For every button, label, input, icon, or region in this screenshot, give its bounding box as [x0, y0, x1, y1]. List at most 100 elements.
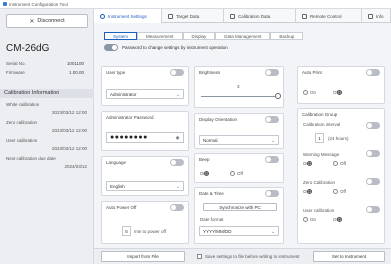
- disconnect-button[interactable]: ✕ Disconnect: [6, 14, 88, 28]
- brightness-slider-knob[interactable]: [275, 93, 281, 99]
- admin-password-field[interactable]: ●●●●●●●● ◉: [106, 132, 184, 143]
- zero-cal-value: 2023/03/12 12:00: [51, 128, 87, 133]
- admin-password-card: Administrator Password ●●●●●●●● ◉: [101, 111, 189, 151]
- device-name: CM-26dG: [6, 43, 50, 54]
- subtab-measurement[interactable]: Measurement: [137, 31, 183, 40]
- subtab-backup[interactable]: Backup: [270, 31, 304, 40]
- subtab-display[interactable]: Display: [182, 31, 216, 40]
- firmware-label: Firmware: [6, 70, 25, 75]
- operation-lock-toggle[interactable]: [104, 44, 118, 51]
- radio-circle: [303, 217, 308, 222]
- firmware-row: Firmware 1.00.00: [6, 70, 84, 75]
- radio-label: Off: [237, 171, 243, 176]
- card-title: User type: [106, 70, 126, 75]
- tab-label: Calibration Data: [238, 13, 271, 19]
- date-time-toggle[interactable]: [265, 190, 279, 197]
- auto-print-card: Auto Print On Off: [297, 66, 385, 104]
- interval-unit: (24 hours): [328, 136, 349, 141]
- display-orientation-select[interactable]: Normal ⌄: [199, 135, 279, 145]
- radio-label: On: [310, 90, 317, 95]
- import-from-file-button[interactable]: Import from File: [101, 251, 185, 262]
- beep-off-radio[interactable]: Off: [230, 171, 243, 176]
- date-format-select[interactable]: YYYY/MM/DD ⌄: [199, 226, 279, 236]
- zero-cal-off-radio[interactable]: Off: [333, 189, 346, 194]
- set-to-instrument-button[interactable]: Set to Instrument: [313, 251, 385, 262]
- card-title: Display Orientation: [199, 117, 238, 122]
- date-time-card: Date & Time Synchronize with PC Date for…: [194, 187, 284, 244]
- next-cal-label: Next calibration due date: [6, 156, 56, 161]
- subtab-data-management[interactable]: Data Management: [215, 31, 271, 40]
- info-icon: [368, 13, 373, 19]
- eye-icon[interactable]: ◉: [176, 133, 180, 143]
- zero-cal-toggle[interactable]: [366, 178, 380, 185]
- display-orientation-card: Display Orientation Normal ⌄: [194, 113, 284, 149]
- chevron-down-icon: ⌄: [271, 138, 275, 143]
- beep-toggle[interactable]: [265, 156, 279, 163]
- sidebar: ✕ Disconnect CM-26dG Serial No. 1001100 …: [0, 9, 94, 264]
- interval-toggle[interactable]: [366, 122, 380, 129]
- radio-circle: [230, 171, 235, 176]
- tab-bar: Instrument Settings Target Data Calibrat…: [94, 9, 391, 23]
- language-toggle[interactable]: [170, 159, 184, 166]
- interval-label: Calibration interval: [303, 122, 341, 127]
- chevron-down-icon: ⌄: [176, 92, 180, 97]
- warning-off-radio[interactable]: Off: [333, 161, 346, 166]
- checkbox[interactable]: [197, 254, 202, 259]
- radio-circle: [333, 189, 338, 194]
- user-cal-off-radio[interactable]: Off: [333, 217, 342, 222]
- auto-power-off-card: Auto Power Off 5 min to power off: [101, 201, 189, 244]
- brightness-toggle[interactable]: [265, 69, 279, 76]
- tab-info[interactable]: Info: [362, 9, 391, 23]
- user-type-toggle[interactable]: [170, 69, 184, 76]
- calibration-header: Calibration Information: [0, 89, 94, 98]
- select-value: English: [110, 184, 125, 189]
- radio-circle: [337, 217, 342, 222]
- operation-lock-row: Password to change settings by instrumen…: [104, 44, 228, 51]
- tab-label: Remote Control: [310, 13, 342, 19]
- user-cal-value: 2023/03/12 12:00: [51, 146, 87, 151]
- tab-label: Target Data: [176, 13, 200, 19]
- date-format-label: Date format: [200, 217, 224, 222]
- card-title: Auto Power Off: [106, 205, 137, 210]
- user-cal-on-radio[interactable]: On: [303, 217, 316, 222]
- user-type-select[interactable]: Administrator ⌄: [106, 89, 184, 99]
- user-cal-toggle[interactable]: [366, 206, 380, 213]
- card-title: Language: [106, 160, 127, 165]
- tab-calibration-data[interactable]: Calibration Data: [224, 9, 296, 23]
- user-type-card: User type Administrator ⌄: [101, 66, 189, 106]
- sync-with-pc-button[interactable]: Synchronize with PC: [203, 203, 277, 211]
- serial-row: Serial No. 1001100: [6, 61, 84, 66]
- warning-on-radio[interactable]: On: [303, 161, 312, 166]
- tab-target-data[interactable]: Target Data: [162, 9, 224, 23]
- user-cal-label: User calibration: [303, 208, 335, 213]
- subtab-system[interactable]: System: [104, 31, 138, 40]
- zero-cal-on-radio[interactable]: On: [303, 189, 312, 194]
- radio-circle: [307, 161, 312, 166]
- calibration-group-card: Calibration Group Calibration interval 1…: [297, 108, 385, 244]
- tab-remote-control[interactable]: Remote Control: [296, 9, 362, 23]
- brightness-slider-track[interactable]: [201, 96, 277, 97]
- warning-toggle[interactable]: [366, 150, 380, 157]
- auto-print-off-radio[interactable]: Off: [333, 90, 342, 95]
- save-before-write-checkbox-row[interactable]: Save settings to file before writing to …: [197, 254, 300, 259]
- language-select[interactable]: English ⌄: [106, 181, 184, 191]
- operation-lock-label: Password to change settings by instrumen…: [122, 45, 228, 50]
- auto-print-toggle[interactable]: [366, 69, 380, 76]
- display-orientation-toggle[interactable]: [265, 116, 279, 123]
- radio-circle: [303, 90, 308, 95]
- chevron-down-icon: ⌄: [176, 184, 180, 189]
- radio-label: Off: [340, 161, 346, 166]
- auto-power-off-toggle[interactable]: [170, 204, 184, 211]
- card-title: Administrator Password: [106, 115, 154, 120]
- beep-on-radio[interactable]: On: [200, 171, 209, 176]
- warning-label: Warning Message: [303, 152, 340, 157]
- main-panel: Instrument Settings Target Data Calibrat…: [94, 9, 391, 264]
- auto-power-off-stepper[interactable]: 5: [122, 226, 131, 236]
- interval-stepper[interactable]: 1: [315, 133, 324, 143]
- tab-instrument-settings[interactable]: Instrument Settings: [94, 9, 162, 23]
- brightness-card: Brightness 3: [194, 66, 284, 108]
- chevron-down-icon: ⌄: [271, 229, 275, 234]
- auto-print-on-radio[interactable]: On: [303, 90, 316, 95]
- card-title: Auto Print: [302, 70, 322, 75]
- beep-card: Beep On Off: [194, 153, 284, 183]
